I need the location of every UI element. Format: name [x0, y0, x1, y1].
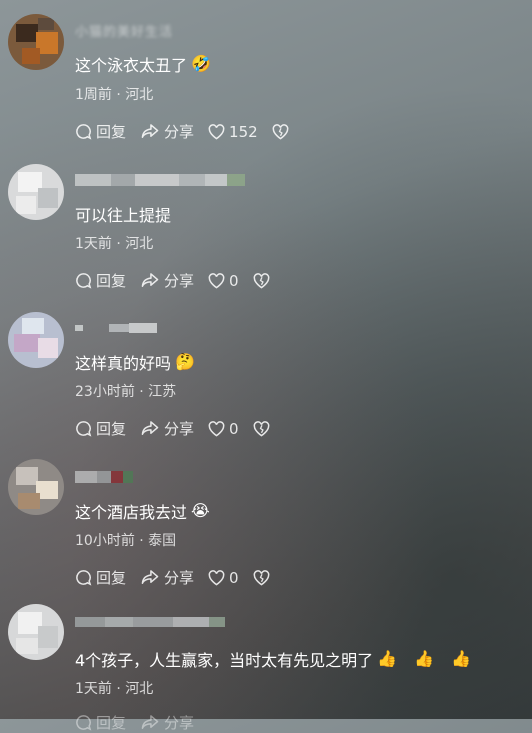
username-text: 小猫的美好生活 — [75, 24, 174, 40]
heart-icon — [208, 272, 225, 289]
like-count: 152 — [229, 122, 258, 141]
share-label: 分享 — [164, 123, 195, 141]
comment-actions: 回复 分享 0 — [75, 418, 270, 439]
share-icon — [141, 715, 159, 729]
username[interactable] — [75, 318, 245, 338]
share-button[interactable]: 分享 — [140, 712, 194, 733]
avatar[interactable] — [8, 312, 64, 368]
share-button[interactable]: 分享 — [140, 567, 194, 588]
reply-icon — [76, 570, 92, 586]
share-icon — [141, 273, 159, 287]
comment-meta: 1天前 · 河北 — [75, 681, 154, 697]
like-button[interactable]: 0 — [208, 569, 239, 587]
share-icon — [141, 570, 159, 584]
comment-body: 可以往上提提 — [75, 206, 172, 225]
username[interactable]: 小猫的美好生活 — [75, 20, 245, 40]
broken-heart-icon — [272, 123, 289, 140]
dislike-button[interactable] — [272, 123, 289, 140]
emoji: 🤣 — [191, 54, 211, 73]
avatar[interactable] — [8, 164, 64, 220]
reply-label: 回复 — [96, 569, 127, 587]
emoji: 😭 — [191, 501, 210, 520]
broken-heart-icon — [253, 420, 269, 437]
comment-actions: 回复 分享 0 — [75, 270, 270, 291]
comment-actions: 回复 分享 — [75, 712, 194, 733]
like-button[interactable]: 0 — [208, 272, 239, 290]
like-count: 0 — [229, 271, 239, 290]
reply-icon — [76, 273, 92, 289]
comment-actions: 回复 分享 0 — [75, 567, 270, 588]
reply-label: 回复 — [96, 714, 127, 732]
share-label: 分享 — [164, 714, 195, 732]
avatar[interactable] — [8, 459, 64, 515]
reply-label: 回复 — [96, 272, 127, 290]
share-label: 分享 — [164, 420, 195, 438]
reply-label: 回复 — [96, 420, 127, 438]
comment-text: 可以往上提提 — [75, 202, 171, 226]
like-count: 0 — [229, 568, 239, 587]
heart-icon — [208, 123, 225, 140]
like-button[interactable]: 0 — [208, 420, 239, 438]
reply-button[interactable]: 回复 — [75, 712, 126, 733]
broken-heart-icon — [253, 272, 269, 289]
reply-button[interactable]: 回复 — [75, 121, 126, 142]
reply-button[interactable]: 回复 — [75, 270, 126, 291]
username[interactable] — [75, 170, 245, 190]
comment-meta: 1天前 · 河北 — [75, 236, 154, 252]
share-button[interactable]: 分享 — [140, 418, 194, 439]
comment-body: 这个泳衣太丑了 — [75, 56, 188, 75]
like-button[interactable]: 152 — [208, 123, 258, 141]
comment-text: 这个泳衣太丑了 🤣 — [75, 52, 211, 76]
username[interactable] — [75, 467, 245, 487]
share-button[interactable]: 分享 — [140, 121, 194, 142]
share-label: 分享 — [164, 569, 195, 587]
heart-icon — [208, 420, 225, 437]
comment-body: 这样真的好吗 — [75, 354, 172, 373]
comment-meta: 1周前 · 河北 — [75, 87, 154, 103]
dislike-button[interactable] — [253, 569, 270, 586]
share-button[interactable]: 分享 — [140, 270, 194, 291]
dislike-button[interactable] — [253, 420, 270, 437]
reply-button[interactable]: 回复 — [75, 567, 126, 588]
comment-text: 这个酒店我去过 😭 — [75, 499, 210, 523]
comment-meta: 10小时前 · 泰国 — [75, 533, 177, 549]
like-count: 0 — [229, 419, 239, 438]
avatar[interactable] — [8, 604, 64, 660]
reply-icon — [76, 421, 92, 437]
reply-button[interactable]: 回复 — [75, 418, 126, 439]
share-icon — [141, 124, 159, 138]
comment-text: 这样真的好吗 🤔 — [75, 350, 195, 374]
share-label: 分享 — [164, 272, 195, 290]
comment-meta: 23小时前 · 江苏 — [75, 384, 177, 400]
broken-heart-icon — [253, 569, 269, 586]
comment-actions: 回复 分享 152 — [75, 121, 289, 142]
avatar[interactable] — [8, 14, 64, 70]
emoji: 👍 👍 👍 — [377, 649, 478, 668]
username[interactable] — [75, 612, 245, 632]
comment-body: 这个酒店我去过 — [75, 503, 188, 522]
reply-icon — [76, 124, 92, 140]
dislike-button[interactable] — [253, 272, 270, 289]
reply-label: 回复 — [96, 123, 127, 141]
heart-icon — [208, 569, 225, 586]
share-icon — [141, 421, 159, 435]
reply-icon — [76, 715, 92, 731]
emoji: 🤔 — [175, 352, 195, 371]
comment-body: 4个孩子，人生赢家，当时太有先见之明了 — [75, 651, 374, 670]
comment-text: 4个孩子，人生赢家，当时太有先见之明了 👍 👍 👍 — [75, 647, 477, 671]
